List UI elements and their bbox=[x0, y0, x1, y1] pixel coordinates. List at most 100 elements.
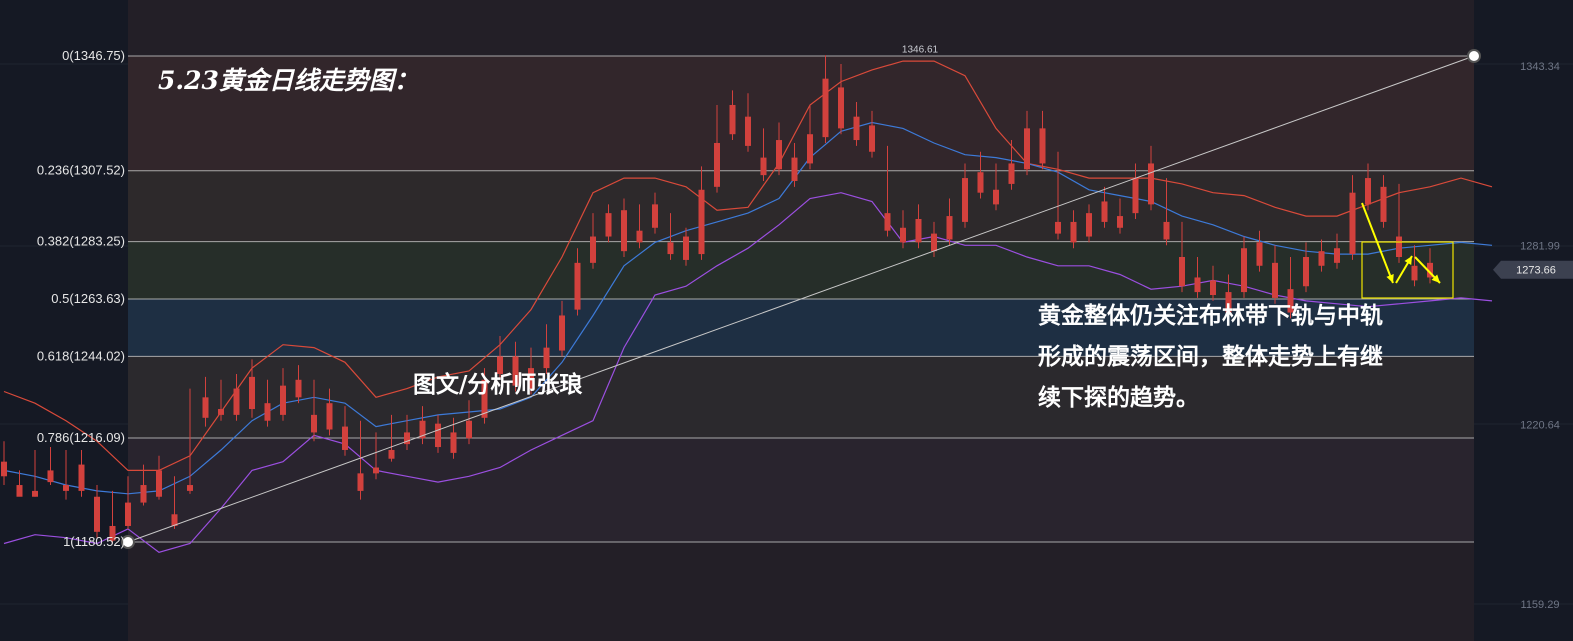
candle-body bbox=[853, 116, 860, 141]
candle-body bbox=[1070, 221, 1077, 243]
candle-body bbox=[729, 104, 736, 135]
fib-level-label: 0.382(1283.25) bbox=[37, 234, 125, 249]
candle-body bbox=[559, 315, 565, 351]
candle-body bbox=[605, 213, 612, 237]
candle-body bbox=[776, 140, 782, 170]
candle-body bbox=[156, 470, 162, 497]
price-tick-label: 1220.64 bbox=[1520, 420, 1560, 432]
annotation-line-1: 黄金整体仍关注布林带下轨与中轨 bbox=[1038, 302, 1383, 329]
candle-body bbox=[698, 189, 705, 255]
fib-level-label: 0.236(1307.52) bbox=[37, 163, 125, 178]
candle-body bbox=[1101, 201, 1108, 222]
candle-body bbox=[1272, 262, 1278, 298]
candle-body bbox=[1210, 280, 1216, 296]
candle-body bbox=[1318, 251, 1325, 266]
fib-level-label: 1(1180.52) bbox=[63, 534, 125, 549]
candle-body bbox=[94, 496, 100, 532]
candle-body bbox=[311, 414, 317, 433]
fib-level-label: 0(1346.75) bbox=[62, 48, 125, 63]
candle-body bbox=[218, 409, 224, 415]
candle-body bbox=[590, 236, 596, 263]
peak-price-label: 1346.61 bbox=[902, 44, 939, 55]
candle-body bbox=[993, 189, 999, 205]
candle-body bbox=[435, 423, 441, 448]
fib-level-label: 0.618(1244.02) bbox=[37, 348, 125, 363]
candle-body bbox=[357, 473, 364, 491]
candle-body bbox=[931, 233, 937, 252]
trendline-handle-end[interactable] bbox=[1467, 49, 1481, 63]
candle-body bbox=[574, 262, 581, 310]
candle-body bbox=[125, 502, 131, 526]
candle-body bbox=[1179, 257, 1185, 287]
chart-title: 5.23黄金日线走势图： bbox=[158, 66, 419, 95]
candle-body bbox=[1163, 221, 1170, 240]
candle-body bbox=[1039, 128, 1046, 164]
candle-body bbox=[249, 376, 255, 410]
candle-body bbox=[543, 347, 550, 369]
candle-body bbox=[1380, 186, 1387, 222]
candle-body bbox=[63, 485, 69, 491]
candle-body bbox=[900, 227, 906, 243]
candle-body bbox=[264, 403, 271, 421]
fib-zone bbox=[128, 438, 1474, 542]
price-tick-label: 1343.34 bbox=[1520, 61, 1560, 73]
candle-body bbox=[745, 116, 751, 146]
candle-body bbox=[32, 490, 38, 497]
price-tick-label: 1159.29 bbox=[1521, 599, 1560, 611]
candle-body bbox=[342, 426, 348, 450]
candle-body bbox=[1008, 163, 1015, 184]
candle-body bbox=[652, 204, 658, 228]
candle-body bbox=[869, 125, 875, 152]
candle-body bbox=[1334, 248, 1340, 263]
candle-body bbox=[1132, 178, 1139, 214]
candle-body bbox=[977, 172, 984, 193]
candle-body bbox=[1256, 242, 1263, 266]
candle-body bbox=[1349, 192, 1356, 255]
candle-body bbox=[202, 397, 209, 418]
candle-body bbox=[326, 403, 333, 430]
candle-body bbox=[1148, 163, 1154, 205]
fib-level-label: 0.786(1216.09) bbox=[37, 430, 125, 445]
candle-body bbox=[187, 485, 193, 491]
candle-body bbox=[280, 385, 286, 415]
candle-body bbox=[822, 78, 829, 138]
gold-daily-chart: 0(1346.75) 0.236(1307.52) 0.382(1283.25) 0.… bbox=[0, 0, 1573, 641]
candle-body bbox=[760, 157, 767, 176]
candle-body bbox=[1365, 178, 1371, 205]
candle-body bbox=[636, 230, 643, 243]
candle-body bbox=[16, 485, 23, 497]
candle-body bbox=[946, 216, 953, 240]
current-price-badge: 1273.66 bbox=[1493, 260, 1573, 279]
candle-body bbox=[450, 432, 457, 453]
candle-body bbox=[714, 142, 720, 187]
candle-body bbox=[1055, 221, 1061, 234]
author-label: 图文/分析师张琅 bbox=[413, 371, 582, 398]
fib-level-label: 0.5(1263.63) bbox=[51, 291, 125, 306]
candle-body bbox=[140, 485, 147, 503]
candle-body bbox=[295, 379, 302, 398]
candle-body bbox=[1, 461, 7, 477]
candle-body bbox=[884, 213, 891, 231]
candle-body bbox=[807, 134, 813, 164]
candle-body bbox=[683, 236, 689, 260]
candle-body bbox=[1194, 277, 1201, 293]
candle-body bbox=[388, 449, 395, 459]
candle-body bbox=[1241, 248, 1247, 293]
candle-body bbox=[1024, 128, 1030, 170]
candle-body bbox=[962, 178, 968, 222]
candle-body bbox=[466, 420, 472, 439]
candle-body bbox=[373, 467, 379, 474]
candle-body bbox=[1396, 236, 1402, 258]
candle-body bbox=[233, 388, 240, 415]
current-price-label: 1273.66 bbox=[1516, 265, 1556, 277]
candle-body bbox=[791, 157, 798, 181]
candle-body bbox=[667, 242, 674, 255]
candle-body bbox=[78, 464, 85, 491]
candle-body bbox=[1117, 216, 1123, 228]
candle-body bbox=[1411, 265, 1418, 281]
annotation-line-3: 续下探的趋势。 bbox=[1038, 384, 1199, 411]
candle-body bbox=[838, 87, 844, 129]
price-tick-label: 1281.99 bbox=[1520, 240, 1560, 252]
candle-body bbox=[47, 470, 54, 483]
candle-body bbox=[1086, 213, 1092, 237]
